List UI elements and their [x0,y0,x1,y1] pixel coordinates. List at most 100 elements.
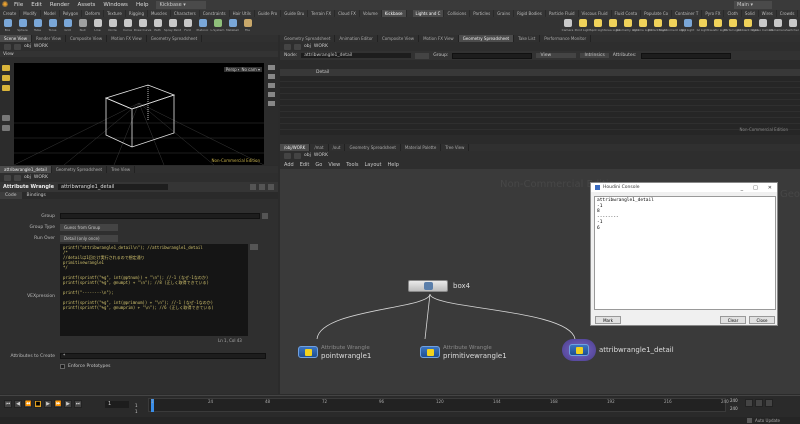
build-selector[interactable]: Kickbase ▾ [156,1,207,9]
shelf-tab[interactable]: Kickbase [381,10,407,17]
start-frame[interactable]: 1 [135,403,138,408]
tool-gi-light[interactable]: GI Light [695,17,710,35]
tab[interactable]: Geometry Spreadsheet [280,35,336,42]
next-key-icon[interactable]: ⏩ [54,400,62,408]
path-obj[interactable]: obj [24,175,31,180]
network-menu-item[interactable]: View [328,162,340,168]
menu-assets[interactable]: Assets [73,2,99,8]
path-work[interactable]: WORK [34,175,48,180]
shading-icon[interactable] [268,83,275,88]
tool-l-system[interactable]: L-System [210,17,225,35]
wrangle-node-body[interactable] [298,346,318,358]
tool-distant-light[interactable]: Distant Light [648,17,667,35]
tab[interactable]: Composite View [66,35,108,42]
tool-portal-light[interactable]: Portal Light [724,17,741,35]
path-obj[interactable]: obj [304,44,311,49]
camera-menu[interactable]: No cam ▾ [239,67,262,72]
network-menu-item[interactable]: Go [315,162,322,168]
tab[interactable]: /mat [310,144,329,151]
node-value[interactable]: attribwrangle1_detail [301,53,412,58]
attributes-field[interactable] [640,52,731,59]
wireframe-icon[interactable] [268,92,275,97]
run-over-menu[interactable]: Detail (only once) [60,235,118,242]
wrangle-node-body[interactable] [569,344,589,356]
3d-viewport[interactable]: Persp ▾ No cam ▾ Non-Commercial Edition [14,63,264,165]
shelf-tab[interactable]: Pyro FX [702,10,725,17]
forward-icon[interactable] [294,152,301,159]
tab[interactable]: /obj/WORK [280,144,311,151]
path-work[interactable]: WORK [314,153,328,158]
shelf-tab[interactable]: Hair Utils [230,10,255,17]
tab[interactable]: attribwrangle1_detail [0,166,52,173]
current-frame-field[interactable]: 1 [105,401,129,408]
tool-sphere[interactable]: Sphere [15,17,30,35]
tool-tube[interactable]: Tube [30,17,45,35]
path-work[interactable]: WORK [34,44,48,49]
forward-icon[interactable] [294,43,301,50]
tool-path[interactable]: Path [150,17,165,35]
shelf-tab[interactable]: Lights and C [412,10,445,17]
shelf-tab[interactable]: Characters [171,10,200,17]
shelf-tab[interactable]: Crowds [777,10,799,17]
play-icon[interactable]: ▶ [44,400,52,408]
key-icon[interactable] [745,399,753,407]
shelf-tab[interactable]: Texture [104,10,126,17]
stop-icon[interactable]: ■ [34,400,42,408]
shelf-tab[interactable]: Guide Pro [255,10,282,17]
group-field[interactable] [452,52,533,59]
shelf-tab[interactable]: Cloth [724,10,742,17]
tab[interactable]: Material Palette [401,144,442,151]
auto-update-label[interactable]: Auto Update [755,418,780,423]
menu-windows[interactable]: Windows [99,2,132,8]
shelf-tab[interactable]: Fluid Conta [612,10,642,17]
tool-draw-curve[interactable]: Draw Curve [134,17,151,35]
help-icon[interactable] [259,184,265,190]
tab[interactable]: Geometry Spreadsheet [345,144,401,151]
close-window-icon[interactable]: ✕ [768,185,772,191]
shelf-tab[interactable]: Cloud FX [335,10,360,17]
minimize-icon[interactable]: _ [741,185,744,191]
pointer-icon[interactable] [2,115,10,121]
close-button[interactable]: Close [749,316,775,324]
back-icon[interactable] [4,43,11,50]
ghost-icon[interactable] [268,101,275,106]
shelf-tab[interactable]: Particles [470,10,495,17]
group-type-menu[interactable]: Guess from Group [60,224,118,231]
shelf-tab[interactable]: Wires [759,10,777,17]
mark-button[interactable]: Mark [595,316,621,324]
shelf-tab[interactable]: Grains [494,10,515,17]
node-attribwrangle1-detail[interactable]: attribwrangle1_detail [562,339,674,361]
tab[interactable]: /out [329,144,346,151]
shelf-tab[interactable]: Muscles [148,10,171,17]
step-back-icon[interactable]: ◀ [14,400,22,408]
select-tool-icon[interactable] [2,65,10,71]
tab[interactable]: Geometry Spreadsheet [458,35,515,42]
tool-camera[interactable]: Camera [560,17,575,35]
box-node-body[interactable] [408,280,448,292]
tool-area-light[interactable]: Area Light [605,17,620,35]
menu-help[interactable]: Help [132,2,153,8]
back-icon[interactable] [284,152,291,159]
shelf-tab[interactable]: Modify [20,10,41,17]
tab[interactable]: Render View [32,35,66,42]
shelf-tab[interactable]: Particle Fluid [546,10,579,17]
shelf-tab[interactable]: Guide Bru [281,10,309,17]
display-mode-icon[interactable] [415,52,430,59]
code-options-icon[interactable] [250,244,258,250]
tool-box[interactable]: Box [0,17,15,35]
tab-code[interactable]: Code [0,192,22,199]
go-start-icon[interactable]: ⏮ [4,400,12,408]
path-work[interactable]: WORK [314,44,328,49]
tab[interactable]: Geometry Spreadsheet [147,35,203,42]
view-tool-icon[interactable] [2,75,10,81]
shelf-tab[interactable]: Rigid Bodies [514,10,546,17]
maximize-icon[interactable]: □ [753,185,758,191]
back-icon[interactable] [284,43,291,50]
node-box4[interactable]: box4 [408,280,470,292]
tool-metaball[interactable]: Metaball [225,17,240,35]
lighting-icon[interactable] [268,74,275,79]
node-pointwrangle1[interactable]: Attribute Wrangle pointwrangle1 [298,344,371,360]
tool-font[interactable]: Font [180,17,195,35]
shelf-tab[interactable]: Polygon [60,10,83,17]
shelf-tab[interactable]: Collisions [444,10,471,17]
